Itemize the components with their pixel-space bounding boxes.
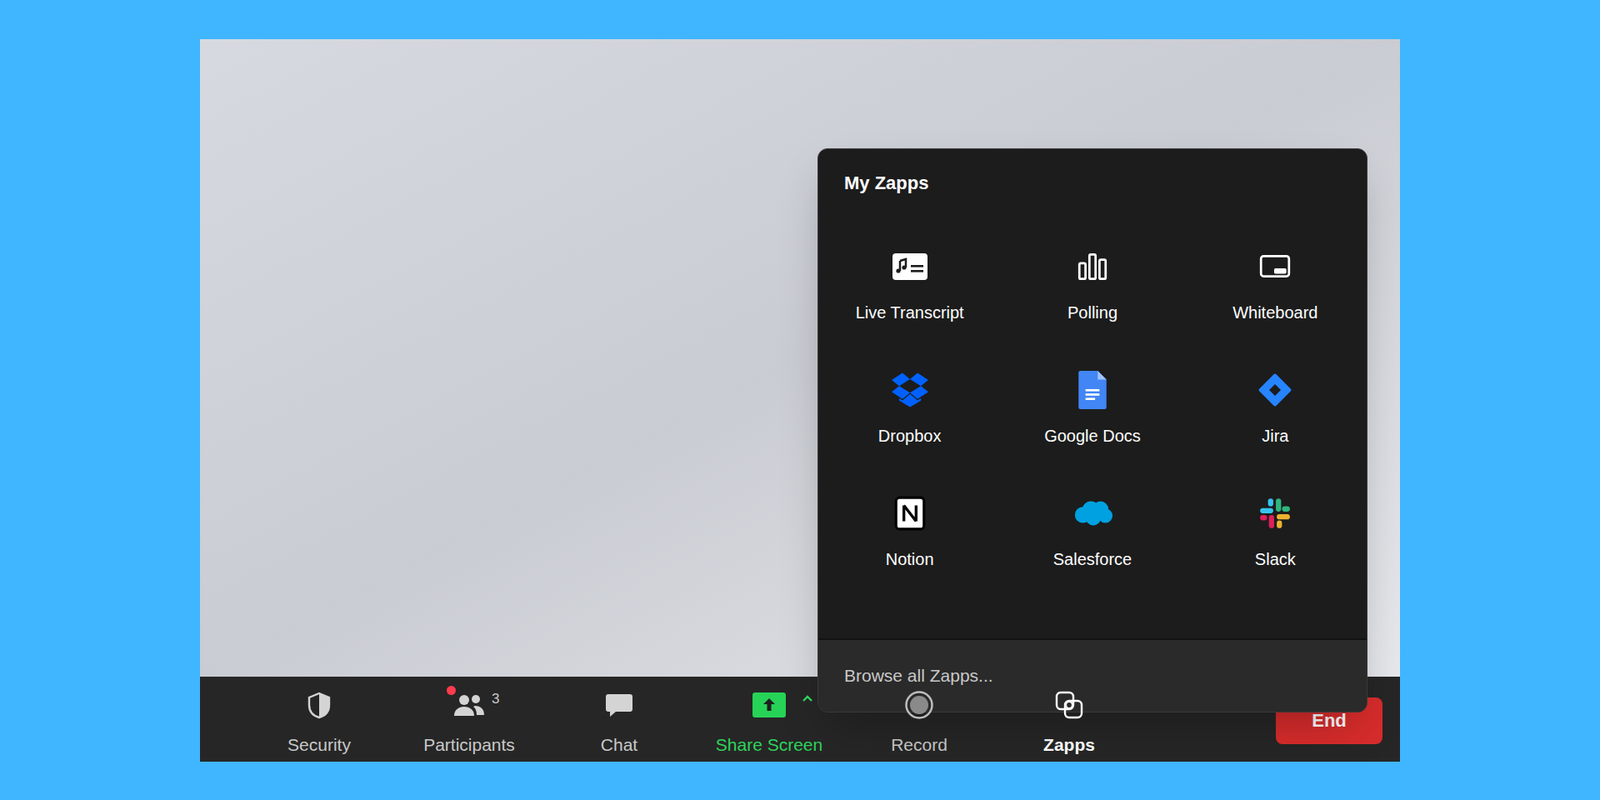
people-icon bbox=[451, 690, 487, 720]
zoom-window: My Zapps Live Transcript Polling Whiteboard… bbox=[200, 39, 1400, 762]
browse-all-label: Browse all Zapps... bbox=[844, 662, 994, 690]
zapp-label: Slack bbox=[1255, 548, 1296, 570]
zapp-item[interactable]: Whiteboard bbox=[1184, 248, 1367, 324]
whiteboard-icon bbox=[1257, 248, 1293, 285]
zapp-label: Jira bbox=[1261, 425, 1289, 447]
participant-count: 3 bbox=[491, 690, 500, 708]
dropbox-icon bbox=[891, 371, 929, 409]
chevron-up-icon[interactable] bbox=[801, 694, 814, 703]
toolbar-label: Participants bbox=[423, 735, 515, 755]
toolbar-label: Chat bbox=[600, 735, 638, 755]
toolbar-label: Zapps bbox=[1043, 735, 1095, 755]
share-screen-icon bbox=[751, 690, 787, 720]
transcript-icon bbox=[890, 248, 930, 285]
zapp-label: Google Docs bbox=[1044, 425, 1141, 447]
record-icon bbox=[904, 690, 935, 720]
zapp-item[interactable]: Dropbox bbox=[818, 371, 1001, 447]
toolbar-label: Record bbox=[890, 735, 948, 755]
chat-bubble-icon bbox=[604, 690, 635, 720]
zapp-item[interactable]: Polling bbox=[1000, 248, 1184, 324]
zapp-item[interactable]: Jira bbox=[1184, 371, 1367, 447]
google-docs-icon bbox=[1078, 371, 1107, 409]
video-feed: My Zapps Live Transcript Polling Whiteboard… bbox=[200, 39, 1400, 677]
zapp-item[interactable]: Slack bbox=[1184, 495, 1367, 570]
zapp-label: Polling bbox=[1067, 301, 1118, 324]
zapps-menu: My Zapps Live Transcript Polling Whiteboard… bbox=[817, 148, 1368, 713]
toolbar-button[interactable]: Chat bbox=[544, 676, 695, 755]
toolbar-icon-wrap bbox=[604, 690, 635, 720]
salesforce-icon bbox=[1071, 495, 1114, 532]
toolbar-button[interactable]: Security bbox=[244, 676, 395, 755]
toolbar-icon-wrap bbox=[305, 690, 334, 720]
zapp-item[interactable]: Live Transcript bbox=[818, 248, 1001, 324]
toolbar-button[interactable]: 3 Participants bbox=[394, 676, 545, 755]
toolbar-icon-wrap: 3 bbox=[451, 690, 487, 720]
apps-icon bbox=[1054, 690, 1085, 720]
zapp-label: Whiteboard bbox=[1232, 301, 1318, 324]
zapp-item[interactable]: Salesforce bbox=[1000, 495, 1184, 570]
browse-all-button[interactable]: Browse all Zapps... bbox=[818, 640, 1367, 712]
shield-icon bbox=[305, 690, 334, 720]
zapp-label: Live Transcript bbox=[855, 301, 965, 324]
notion-icon bbox=[892, 495, 928, 532]
menu-spacer bbox=[818, 570, 1367, 639]
zapp-item[interactable]: Notion bbox=[818, 495, 1001, 570]
notification-dot bbox=[446, 685, 456, 695]
zapp-item[interactable]: Google Docs bbox=[1000, 371, 1184, 447]
zapp-label: Notion bbox=[885, 548, 935, 570]
toolbar-label: Security bbox=[287, 735, 351, 755]
jira-icon bbox=[1256, 371, 1294, 409]
toolbar-icon-wrap bbox=[904, 690, 935, 720]
zapp-label: Dropbox bbox=[878, 425, 942, 447]
toolbar-icon-wrap bbox=[1054, 690, 1085, 720]
toolbar-label: Share Screen bbox=[715, 735, 823, 755]
menu-title: My Zapps bbox=[818, 149, 1367, 249]
zapp-label: Salesforce bbox=[1053, 548, 1133, 570]
zapps-grid: Live Transcript Polling Whiteboard Dropbox G… bbox=[818, 248, 1367, 570]
slack-icon bbox=[1257, 495, 1293, 532]
toolbar-icon-wrap bbox=[751, 690, 787, 720]
poll-chart-icon bbox=[1075, 248, 1110, 285]
